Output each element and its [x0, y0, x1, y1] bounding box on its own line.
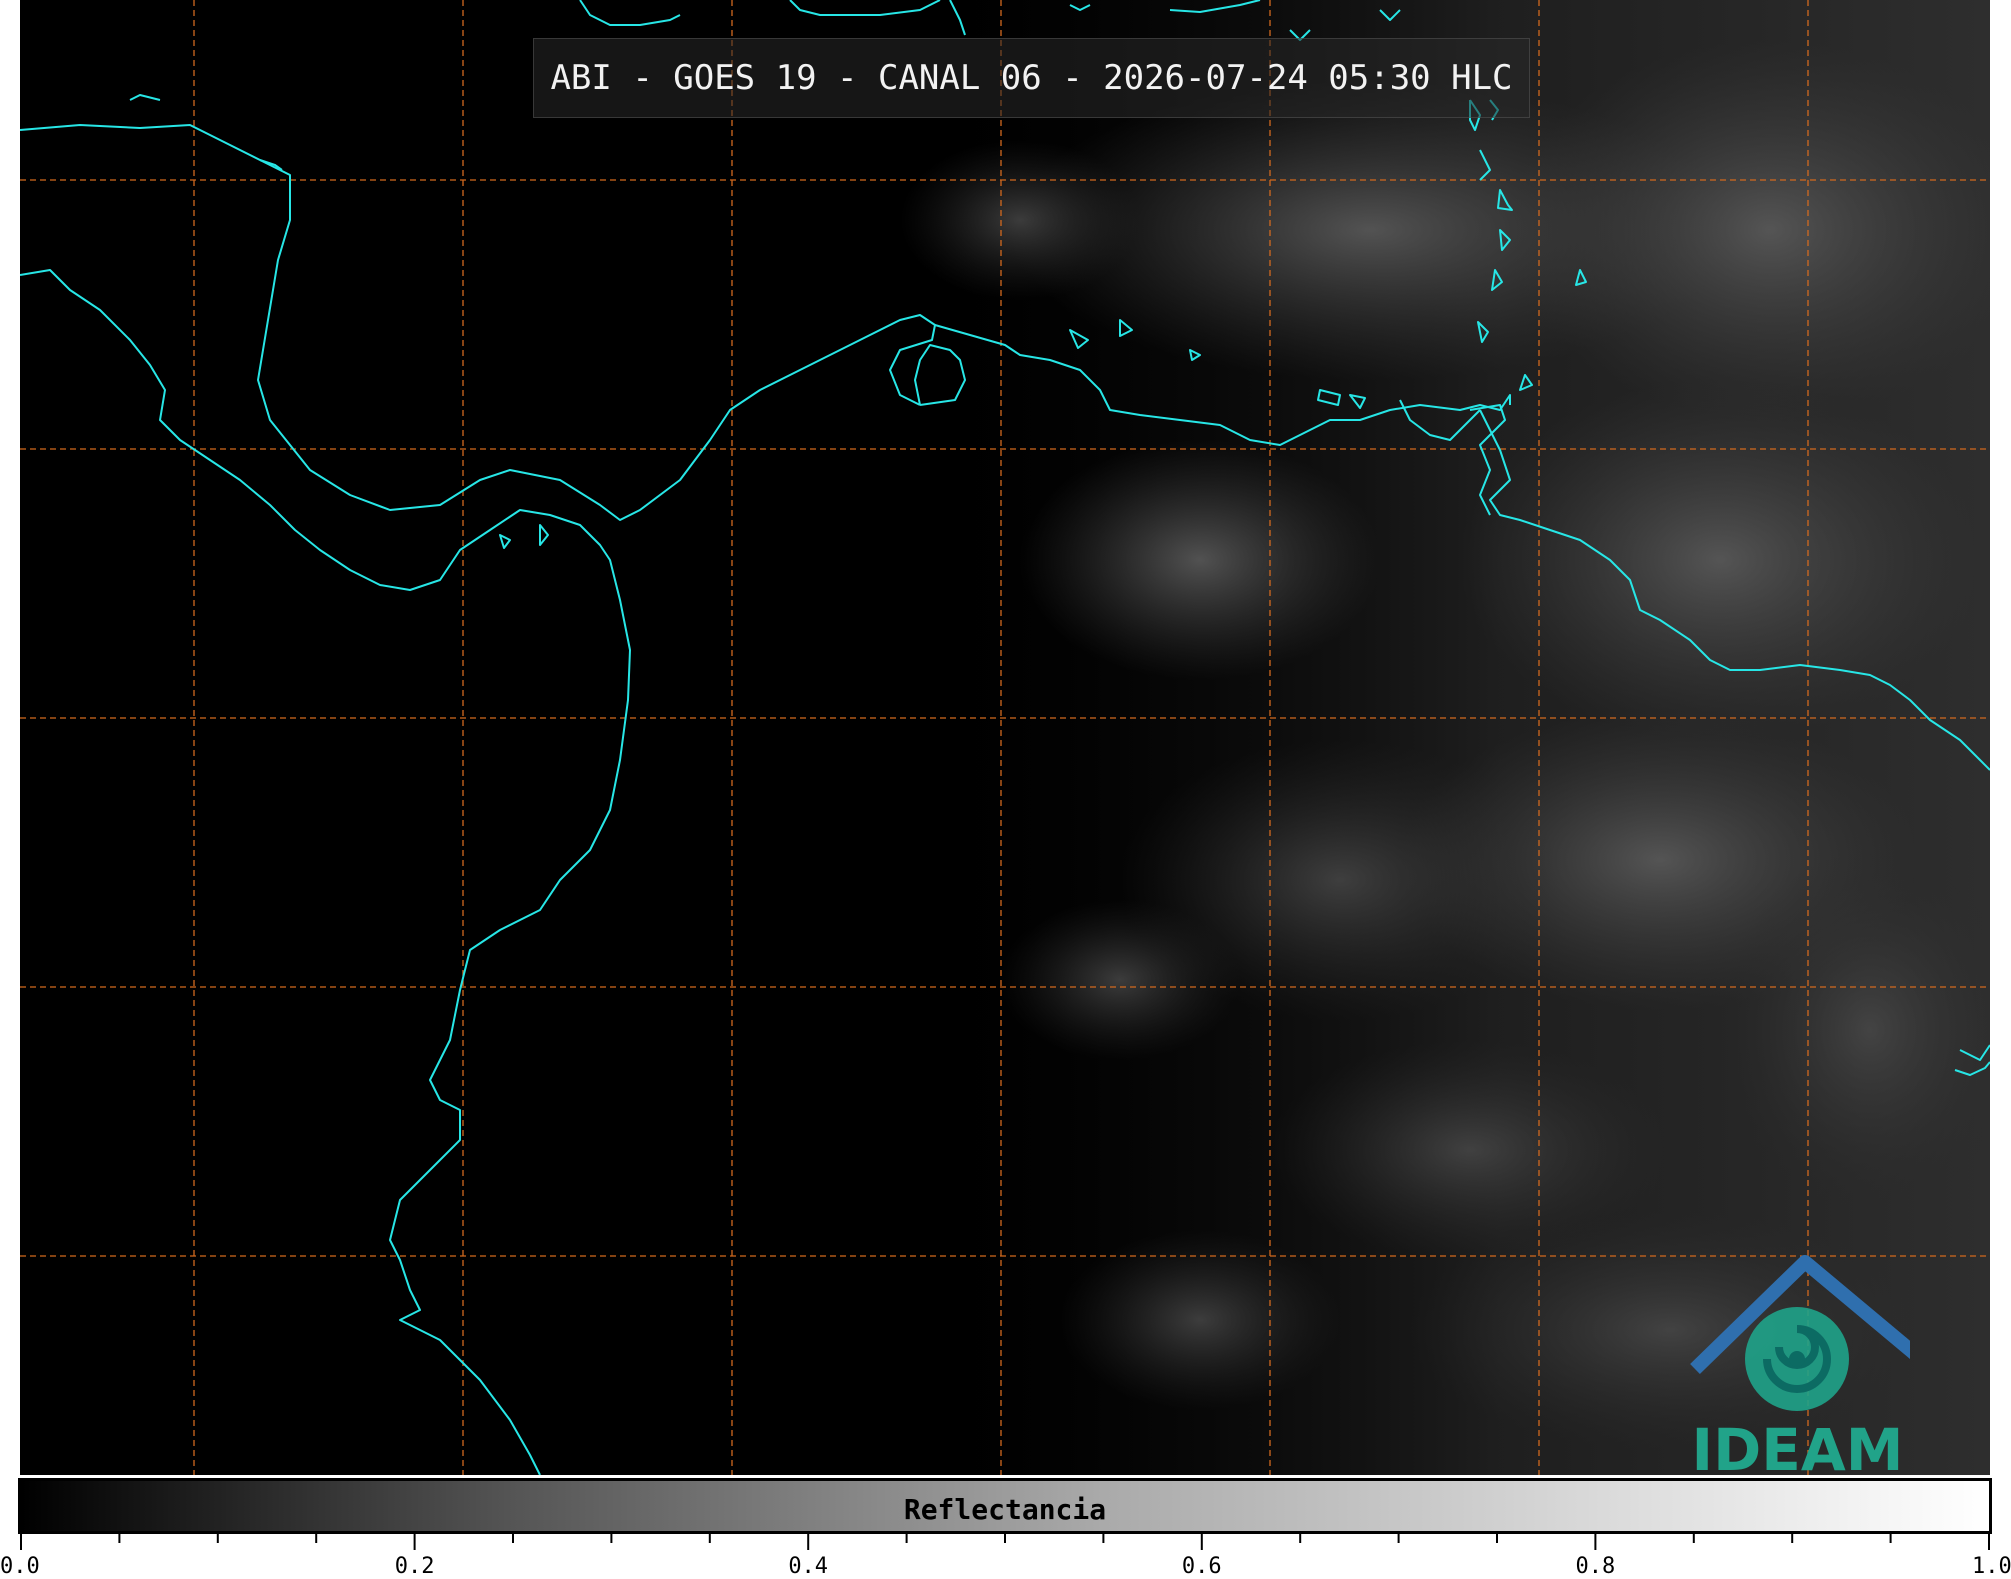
ideam-logo-mark — [1690, 1255, 1910, 1411]
ideam-logo: IDEAM — [1685, 1254, 1910, 1475]
colorbar-tick-label: 0.6 — [1181, 1554, 1222, 1579]
colorbar-tick-label: 0.8 — [1575, 1554, 1616, 1579]
colorbar-ticks — [20, 1534, 1990, 1550]
satellite-map: IDEAM — [20, 0, 1990, 1475]
colorbar-tick-label: 1.0 — [1972, 1554, 2011, 1579]
colorbar: Reflectancia — [18, 1478, 1992, 1534]
colorbar-tick-label: 0.4 — [788, 1554, 829, 1579]
ideam-logo-text: IDEAM — [1691, 1416, 1904, 1475]
colorbar-tick-label: 0.0 — [0, 1554, 40, 1579]
colorbar-label: Reflectancia — [903, 1493, 1107, 1526]
colorbar-tick-label: 0.2 — [394, 1554, 435, 1579]
map-title: ABI - GOES 19 - CANAL 06 - 2026-07-24 05… — [533, 38, 1530, 118]
